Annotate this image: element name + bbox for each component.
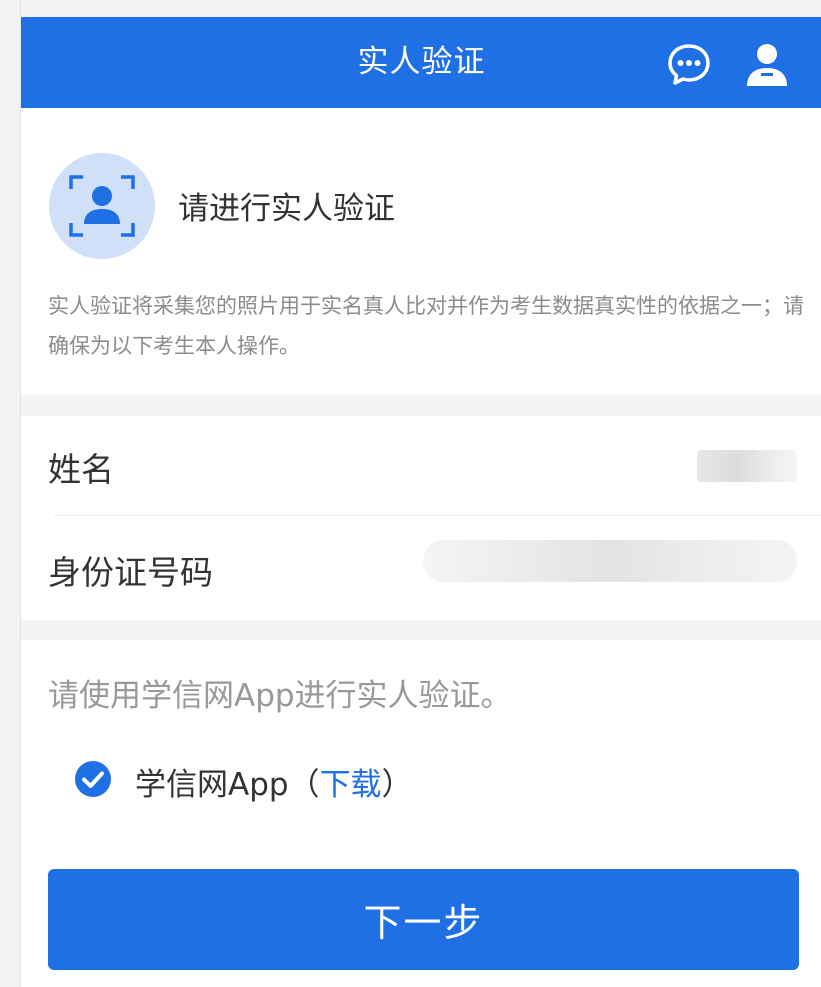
id-number-row: 身份证号码 bbox=[21, 516, 821, 620]
app-frame: 实人验证 请进行实人验证 实人验证将采集您的照片用于实名真人比对并作为考生数据真… bbox=[20, 0, 821, 987]
app-option-text: 学信网App（ bbox=[135, 767, 320, 803]
header-bar: 实人验证 bbox=[21, 17, 821, 108]
next-step-button[interactable]: 下一步 bbox=[48, 869, 799, 970]
name-value-redacted bbox=[697, 450, 797, 482]
name-label: 姓名 bbox=[48, 450, 114, 489]
id-number-label: 身份证号码 bbox=[48, 553, 213, 592]
intro-heading: 请进行实人验证 bbox=[178, 191, 395, 227]
chat-bubble-icon[interactable] bbox=[667, 42, 711, 86]
verification-method-section: 请使用学信网App进行实人验证。 学信网App（下载） 下一步 bbox=[21, 640, 821, 987]
id-number-value-redacted bbox=[423, 540, 797, 582]
check-circle-icon[interactable] bbox=[75, 761, 111, 797]
section-gap bbox=[21, 395, 821, 416]
section-gap bbox=[21, 620, 821, 640]
face-scan-icon bbox=[49, 153, 155, 259]
name-row: 姓名 bbox=[21, 416, 821, 516]
top-strip bbox=[21, 0, 821, 17]
intro-description: 实人验证将采集您的照片用于实名真人比对并作为考生数据真实性的依据之一；请确保为以… bbox=[48, 294, 804, 358]
intro-section: 请进行实人验证 实人验证将采集您的照片用于实名真人比对并作为考生数据真实性的依据… bbox=[21, 108, 821, 395]
method-instruction: 请使用学信网App进行实人验证。 bbox=[48, 678, 512, 714]
app-option-close: ） bbox=[381, 767, 413, 803]
download-link[interactable]: 下载 bbox=[320, 767, 382, 803]
user-icon[interactable] bbox=[745, 42, 789, 86]
app-option-label: 学信网App（下载） bbox=[135, 759, 413, 804]
